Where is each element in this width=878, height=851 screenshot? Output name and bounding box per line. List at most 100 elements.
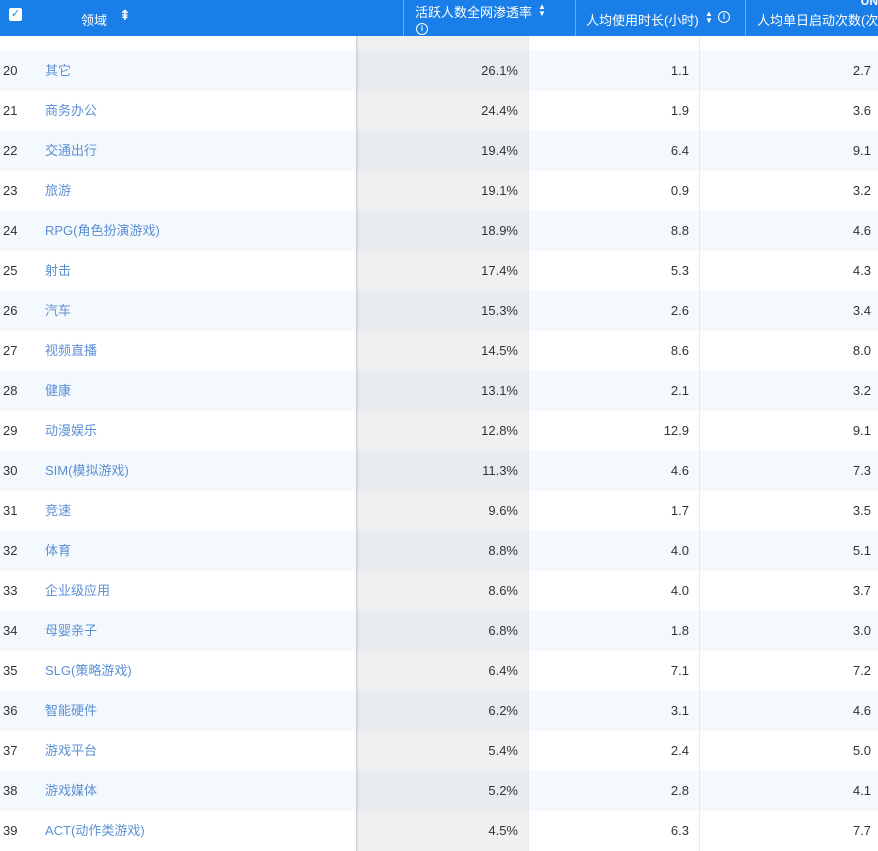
duration-value: 2.8 bbox=[670, 783, 689, 798]
row-index: 25 bbox=[3, 263, 18, 278]
domain-link[interactable]: 其它 bbox=[45, 51, 71, 91]
table-row[interactable]: 30 SIM(模拟游戏) 11.3% 4.6 7.3 bbox=[0, 451, 878, 491]
row-index: 28 bbox=[3, 383, 18, 398]
duration-value: 2.6 bbox=[670, 303, 689, 318]
launches-value: 3.2 bbox=[852, 183, 871, 198]
table-row[interactable]: 32 体育 8.8% 4.0 5.1 bbox=[0, 531, 878, 571]
penetration-value: 19.1% bbox=[481, 183, 518, 198]
domain-link[interactable]: 健康 bbox=[45, 371, 71, 411]
launches-value: 9.1 bbox=[852, 423, 871, 438]
domain-link[interactable]: 智能硬件 bbox=[45, 691, 97, 731]
duration-value: 4.6 bbox=[670, 463, 689, 478]
row-index: 29 bbox=[3, 423, 18, 438]
table-row[interactable]: 27 视频直播 14.5% 8.6 8.0 bbox=[0, 331, 878, 371]
table-row[interactable]: 34 母婴亲子 6.8% 1.8 3.0 bbox=[0, 611, 878, 651]
domain-link[interactable]: 体育 bbox=[45, 531, 71, 571]
domain-link[interactable]: 企业级应用 bbox=[45, 571, 110, 611]
row-index: 27 bbox=[3, 343, 18, 358]
domain-link[interactable]: SLG(策略游戏) bbox=[45, 651, 132, 691]
table-row[interactable]: 33 企业级应用 8.6% 4.0 3.7 bbox=[0, 571, 878, 611]
duration-value: 6.3 bbox=[670, 823, 689, 838]
domain-link[interactable]: SIM(模拟游戏) bbox=[45, 451, 129, 491]
row-index: 39 bbox=[3, 823, 18, 838]
launches-value: 9.1 bbox=[852, 143, 871, 158]
filter-icon[interactable]: ⇞ bbox=[119, 7, 131, 24]
domain-link[interactable]: 游戏媒体 bbox=[45, 771, 97, 811]
domain-link[interactable]: 母婴亲子 bbox=[45, 611, 97, 651]
duration-value: 2.1 bbox=[670, 383, 689, 398]
table-row[interactable]: 26 汽车 15.3% 2.6 3.4 bbox=[0, 291, 878, 331]
launches-value: 8.0 bbox=[852, 343, 871, 358]
row-index: 37 bbox=[3, 743, 18, 758]
domain-link[interactable]: 竞速 bbox=[45, 491, 71, 531]
column-header-launches-label: 人均单日启动次数(次 bbox=[757, 13, 878, 28]
domain-link[interactable]: 动漫娱乐 bbox=[45, 411, 97, 451]
row-index: 22 bbox=[3, 143, 18, 158]
domain-link[interactable]: 交通出行 bbox=[45, 131, 97, 171]
column-header-launches[interactable]: 人均单日启动次数(次 bbox=[746, 0, 878, 36]
launches-value: 3.6 bbox=[852, 103, 871, 118]
launches-value: 7.3 bbox=[852, 463, 871, 478]
duration-value: 7.1 bbox=[670, 663, 689, 678]
table-row[interactable]: 38 游戏媒体 5.2% 2.8 4.1 bbox=[0, 771, 878, 811]
table-row[interactable]: 31 竞速 9.6% 1.7 3.5 bbox=[0, 491, 878, 531]
domain-link[interactable]: 游戏平台 bbox=[45, 731, 97, 771]
domain-link[interactable]: RPG(角色扮演游戏) bbox=[45, 211, 160, 251]
column-header-duration-label: 人均使用时长(小时) bbox=[586, 13, 699, 28]
duration-value: 4.0 bbox=[670, 583, 689, 598]
penetration-value: 24.4% bbox=[481, 103, 518, 118]
penetration-value: 19.4% bbox=[481, 143, 518, 158]
table-row[interactable]: 20 其它 26.1% 1.1 2.7 bbox=[0, 51, 878, 91]
info-icon[interactable]: i bbox=[718, 11, 730, 23]
duration-value: 3.1 bbox=[670, 703, 689, 718]
column-header-duration[interactable]: 人均使用时长(小时) ▲ ▼ i bbox=[576, 0, 746, 36]
table-row[interactable]: 39 ACT(动作类游戏) 4.5% 6.3 7.7 bbox=[0, 811, 878, 851]
penetration-value: 8.8% bbox=[488, 543, 518, 558]
domain-link[interactable]: 商务办公 bbox=[45, 91, 97, 131]
table-row[interactable]: 22 交通出行 19.4% 6.4 9.1 bbox=[0, 131, 878, 171]
checkbox-checked-icon[interactable]: ✓ bbox=[9, 8, 22, 21]
info-icon[interactable]: i bbox=[416, 23, 428, 35]
duration-value: 2.4 bbox=[670, 743, 689, 758]
row-index: 35 bbox=[3, 663, 18, 678]
duration-value: 1.8 bbox=[670, 623, 689, 638]
table-row[interactable]: 28 健康 13.1% 2.1 3.2 bbox=[0, 371, 878, 411]
launches-value: 2.7 bbox=[852, 63, 871, 78]
domain-link[interactable]: 射击 bbox=[45, 251, 71, 291]
launches-value: 4.6 bbox=[852, 223, 871, 238]
row-index: 31 bbox=[3, 503, 18, 518]
table-row[interactable]: 21 商务办公 24.4% 1.9 3.6 bbox=[0, 91, 878, 131]
table-row[interactable]: 29 动漫娱乐 12.8% 12.9 9.1 bbox=[0, 411, 878, 451]
domain-link[interactable]: 旅游 bbox=[45, 171, 71, 211]
table-row[interactable]: 37 游戏平台 5.4% 2.4 5.0 bbox=[0, 731, 878, 771]
penetration-value: 12.8% bbox=[481, 423, 518, 438]
penetration-value: 9.6% bbox=[488, 503, 518, 518]
penetration-value: 4.5% bbox=[488, 823, 518, 838]
duration-value: 12.9 bbox=[663, 423, 689, 438]
table-row[interactable]: 23 旅游 19.1% 0.9 3.2 bbox=[0, 171, 878, 211]
table-spacer-row bbox=[0, 36, 878, 51]
launches-value: 7.7 bbox=[852, 823, 871, 838]
penetration-value: 13.1% bbox=[481, 383, 518, 398]
launches-value: 3.5 bbox=[852, 503, 871, 518]
launches-value: 4.3 bbox=[852, 263, 871, 278]
launches-value: 3.7 bbox=[852, 583, 871, 598]
column-header-penetration[interactable]: 活跃人数全网渗透率 ▲ ▼ i bbox=[404, 0, 576, 36]
launches-value: 3.4 bbox=[852, 303, 871, 318]
table-row[interactable]: 25 射击 17.4% 5.3 4.3 bbox=[0, 251, 878, 291]
domain-link[interactable]: 视频直播 bbox=[45, 331, 97, 371]
duration-value: 8.8 bbox=[670, 223, 689, 238]
sort-icon[interactable]: ▲ ▼ bbox=[705, 10, 713, 25]
domain-link[interactable]: ACT(动作类游戏) bbox=[45, 811, 145, 851]
launches-value: 4.6 bbox=[852, 703, 871, 718]
launches-value: 4.1 bbox=[852, 783, 871, 798]
launches-value: 3.2 bbox=[852, 383, 871, 398]
domain-link[interactable]: 汽车 bbox=[45, 291, 71, 331]
table-row[interactable]: 35 SLG(策略游戏) 6.4% 7.1 7.2 bbox=[0, 651, 878, 691]
table-row[interactable]: 24 RPG(角色扮演游戏) 18.9% 8.8 4.6 bbox=[0, 211, 878, 251]
column-divider bbox=[699, 36, 700, 851]
row-index: 32 bbox=[3, 543, 18, 558]
column-header-domain[interactable]: ✓ 领域 ⇞ bbox=[0, 0, 404, 36]
sort-icon[interactable]: ▲ ▼ bbox=[538, 3, 546, 18]
table-row[interactable]: 36 智能硬件 6.2% 3.1 4.6 bbox=[0, 691, 878, 731]
